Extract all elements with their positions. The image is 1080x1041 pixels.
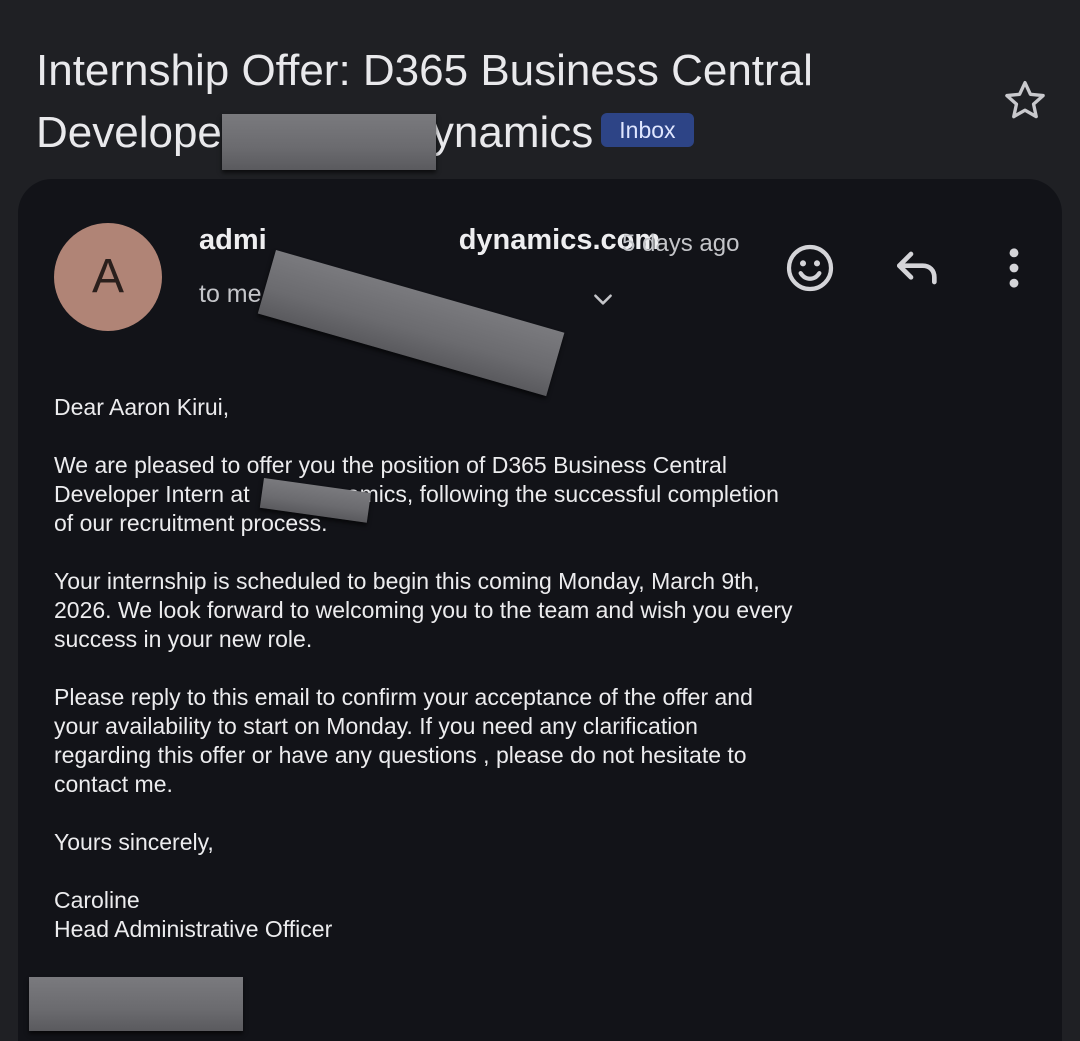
message-time: 5 days ago [622,230,740,257]
redaction-block-subject [222,114,436,170]
confirm-line-3: regarding this offer or have any questio… [54,742,747,768]
subject-line-2: Develope ynamics Inbox [36,102,936,164]
offer-line-3: of our recruitment process. [54,510,328,536]
confirm-line-4: contact me. [54,771,173,797]
schedule-line-2: 2026. We look forward to welcoming you t… [54,597,793,623]
signature-name: Caroline [54,887,140,913]
confirm-line-2: your availability to start on Monday. If… [54,713,698,739]
email-view: Internship Offer: D365 Business Central … [0,0,1080,1041]
offer-line-1: We are pleased to offer you the position… [54,452,727,478]
reply-icon[interactable] [890,240,946,296]
star-icon[interactable] [1000,76,1050,126]
chevron-down-icon[interactable] [590,286,616,312]
confirm-line-1: Please reply to this email to confirm yo… [54,684,753,710]
signature: Caroline Head Administrative Officer [54,886,854,944]
more-vert-icon[interactable] [986,240,1042,296]
avatar[interactable]: A [54,223,162,331]
greeting: Dear Aaron Kirui, [54,394,230,420]
subject-line-2-end: ynamics [431,108,594,157]
offer-line-2-end: namics, following the successful complet… [334,481,779,507]
sender-email-start: admi [199,224,267,256]
paragraph-offer: We are pleased to offer you the position… [54,451,854,538]
closing: Yours sincerely, [54,829,214,855]
redaction-block-footer [29,977,243,1031]
email-subject: Internship Offer: D365 Business Central … [36,40,936,164]
subject-line-1: Internship Offer: D365 Business Central [36,46,813,95]
offer-line-2-start: Developer Intern at [54,481,257,507]
sender-email[interactable]: admi dynamics.com [199,224,660,257]
schedule-line-3: success in your new role. [54,626,313,652]
paragraph-schedule: Your internship is scheduled to begin th… [54,567,854,654]
message-body: Dear Aaron Kirui, We are pleased to offe… [54,393,854,944]
paragraph-confirmation: Please reply to this email to confirm yo… [54,683,854,799]
emoji-icon[interactable] [782,240,838,296]
inbox-label-badge[interactable]: Inbox [601,113,694,148]
signature-title: Head Administrative Officer [54,916,333,942]
subject-line-2-start: Develope [36,108,222,157]
schedule-line-1: Your internship is scheduled to begin th… [54,568,760,594]
